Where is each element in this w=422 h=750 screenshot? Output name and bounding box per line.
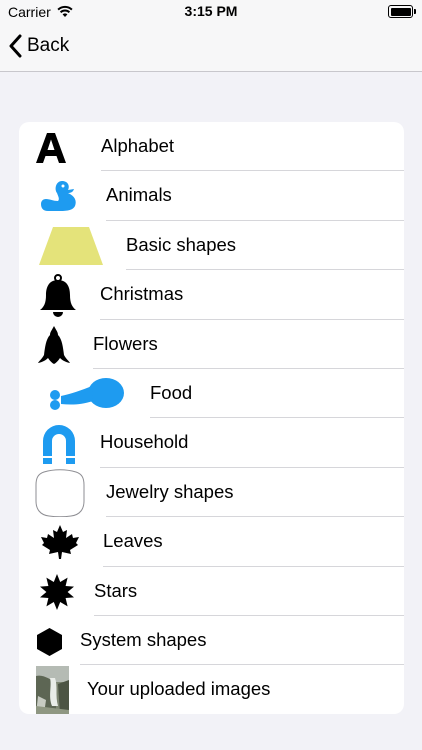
item-label: Flowers <box>93 332 158 354</box>
letter-a-icon <box>36 133 66 163</box>
item-label: Alphabet <box>101 135 175 156</box>
item-label: Leaves <box>103 530 163 552</box>
list-item-system-shapes[interactable]: System shapes <box>19 616 404 666</box>
list-item-christmas[interactable]: Christmas <box>19 270 404 320</box>
item-label: System shapes <box>80 629 207 650</box>
list-item-animals[interactable]: Animals <box>19 171 404 221</box>
back-label: Back <box>27 35 70 56</box>
maple-leaf-icon <box>41 525 79 560</box>
list-item-leaves[interactable]: Leaves <box>19 517 404 567</box>
bell-icon <box>40 274 76 318</box>
navigation-bar: Back <box>0 24 422 72</box>
item-label: Christmas <box>100 283 184 305</box>
star-burst-icon <box>40 573 74 610</box>
list-item-basic-shapes[interactable]: Basic shapes <box>19 221 404 271</box>
list-item-household[interactable]: Household <box>19 418 404 468</box>
list-item-uploaded-images[interactable]: Your uploaded images <box>19 665 404 714</box>
photo-thumbnail-icon <box>36 666 69 714</box>
list-item-alphabet[interactable]: Alphabet <box>19 122 404 172</box>
back-button[interactable]: Back <box>8 34 69 58</box>
flower-icon <box>38 325 70 364</box>
battery-icon <box>388 5 416 18</box>
item-label: Your uploaded images <box>87 678 271 700</box>
drumstick-icon <box>50 378 124 410</box>
item-label: Stars <box>94 579 138 601</box>
item-label: Food <box>150 382 193 403</box>
magnet-icon <box>43 425 75 465</box>
chevron-left-icon <box>9 34 22 58</box>
item-label: Animals <box>106 184 172 206</box>
category-list: Alphabet Animals Basic shapes Christmas <box>19 122 404 714</box>
list-item-stars[interactable]: Stars <box>19 567 404 616</box>
rounded-square-icon <box>35 469 85 517</box>
item-label: Household <box>100 431 189 453</box>
item-label: Jewelry shapes <box>106 480 234 502</box>
list-item-flowers[interactable]: Flowers <box>19 320 404 369</box>
list-item-jewelry-shapes[interactable]: Jewelry shapes <box>19 468 404 518</box>
hexagon-icon <box>37 628 62 656</box>
status-bar: Carrier 3:15 PM <box>0 0 422 24</box>
trapezoid-icon <box>39 226 103 265</box>
clock: 3:15 PM <box>184 3 238 19</box>
duck-icon <box>41 181 76 212</box>
list-item-food[interactable]: Food <box>19 369 404 419</box>
item-label: Basic shapes <box>126 233 237 255</box>
